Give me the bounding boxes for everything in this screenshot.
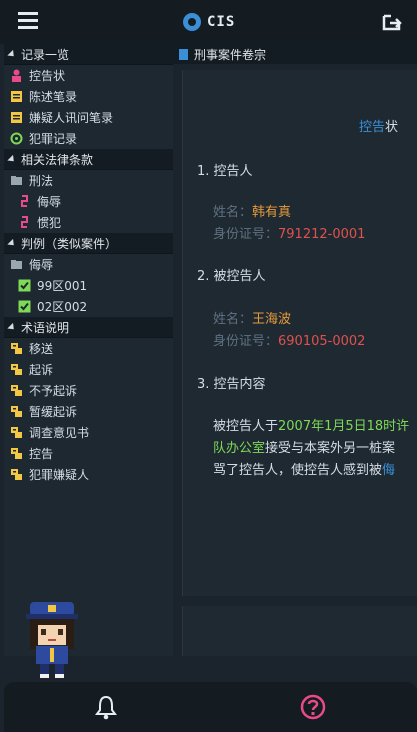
sidebar-item-label: 暂缓起诉 xyxy=(29,405,78,419)
sidebar-item[interactable]: 调查意见书 xyxy=(4,422,173,443)
document-yellow-icon xyxy=(10,111,23,124)
sidebar-item[interactable]: 惯犯 xyxy=(4,212,173,233)
body-line-3: 骂了控告人，使控告人感到被侮 xyxy=(213,463,396,478)
sidebar-item-label: 不予起诉 xyxy=(29,384,78,398)
term-yellow-icon xyxy=(10,342,23,355)
tab-case-file[interactable]: 刑事案件卷宗 xyxy=(173,44,417,64)
top-bar: CIS xyxy=(0,0,417,44)
sidebar-item[interactable]: 99区001 xyxy=(4,275,173,296)
sidebar-item[interactable]: 02区002 xyxy=(4,296,173,317)
term-yellow-icon xyxy=(10,468,23,481)
sidebar-item-label: 刑法 xyxy=(29,174,54,188)
defendant-id-row: 身份证号：690105-0002 xyxy=(213,334,366,349)
sidebar-section-title: 记录一览 xyxy=(21,47,70,62)
sidebar-item[interactable]: 控告 xyxy=(4,443,173,464)
doc-title: 控告状 xyxy=(359,120,399,135)
menu-icon[interactable] xyxy=(18,12,38,29)
sidebar-item-label: 起诉 xyxy=(29,363,54,377)
body-line-2: 队办公室接受与本案外另一桩案 xyxy=(213,441,396,456)
sidebar-item-label: 控告状 xyxy=(29,69,66,83)
body-line-1: 被控告人于2007年1月5日18时许 xyxy=(213,419,410,434)
sidebar-item-label: 侮辱 xyxy=(29,258,54,272)
sidebar-item-label: 犯罪嫌疑人 xyxy=(29,468,90,482)
sidebar-item-label: 控告 xyxy=(29,447,54,461)
sidebar-section-title: 术语说明 xyxy=(21,320,70,335)
collapse-triangle-icon xyxy=(7,322,17,332)
sidebar-section-header[interactable]: 相关法律条款 xyxy=(4,149,173,170)
section-complainant: 1. 控告人 xyxy=(197,164,253,179)
person-pink-icon xyxy=(10,69,23,82)
sidebar-item-label: 调查意见书 xyxy=(29,426,90,440)
sidebar-item-label: 惯犯 xyxy=(37,216,62,230)
document-yellow-icon xyxy=(10,90,23,103)
pink-clip-icon xyxy=(18,216,31,229)
sidebar-item-label: 99区001 xyxy=(37,279,88,293)
sidebar-item-label: 嫌疑人讯问笔录 xyxy=(29,111,114,125)
sidebar-item[interactable]: 移送 xyxy=(4,338,173,359)
sidebar-item[interactable]: 刑法 xyxy=(4,170,173,191)
sidebar-item[interactable]: 不予起诉 xyxy=(4,380,173,401)
logo-icon xyxy=(183,13,201,31)
term-yellow-icon xyxy=(10,384,23,397)
document-panel-lower xyxy=(182,606,417,656)
collapse-triangle-icon xyxy=(7,49,17,59)
logo-text: CIS xyxy=(207,14,236,30)
sidebar-item-label: 02区002 xyxy=(37,300,88,314)
term-yellow-icon xyxy=(10,363,23,376)
sidebar: 记录一览 控告状 陈述笔录 嫌疑人讯问笔录 犯罪记录 相关法律条款 刑法 侮辱 惯犯 判例（类似案… xyxy=(4,44,173,656)
sidebar-item[interactable]: 陈述笔录 xyxy=(4,86,173,107)
tab-title: 刑事案件卷宗 xyxy=(194,47,267,62)
complainant-name-row: 姓名：韩有真 xyxy=(213,205,292,220)
defendant-name-row: 姓名：王海波 xyxy=(213,312,292,327)
sidebar-item[interactable]: 侮辱 xyxy=(4,191,173,212)
sidebar-section-title: 相关法律条款 xyxy=(21,152,94,167)
sidebar-section-header[interactable]: 判例（类似案件） xyxy=(4,233,173,254)
term-yellow-icon xyxy=(10,426,23,439)
sidebar-section-header[interactable]: 记录一览 xyxy=(4,44,173,65)
police-officer-avatar xyxy=(26,602,78,678)
document-panel: 控告状 1. 控告人 姓名：韩有真 身份证号：791212-0001 2. 被控… xyxy=(182,70,417,596)
collapse-triangle-icon xyxy=(7,154,17,164)
bottom-bar xyxy=(4,682,417,732)
term-yellow-icon xyxy=(10,405,23,418)
green-check-icon xyxy=(18,279,31,292)
app-logo: CIS xyxy=(183,12,235,32)
sidebar-item-label: 陈述笔录 xyxy=(29,90,78,104)
green-swirl-icon xyxy=(10,132,23,145)
green-check-icon xyxy=(18,300,31,313)
folder-icon xyxy=(10,174,23,187)
sidebar-item[interactable]: 犯罪记录 xyxy=(4,128,173,149)
collapse-triangle-icon xyxy=(7,238,17,248)
pink-clip-icon xyxy=(18,195,31,208)
help-icon[interactable] xyxy=(300,694,326,720)
sidebar-item[interactable]: 暂缓起诉 xyxy=(4,401,173,422)
sidebar-section-header[interactable]: 术语说明 xyxy=(4,317,173,338)
sidebar-item-label: 移送 xyxy=(29,342,54,356)
sidebar-item[interactable]: 侮辱 xyxy=(4,254,173,275)
document-icon xyxy=(179,48,188,60)
folder-icon xyxy=(10,258,23,271)
sidebar-item[interactable]: 嫌疑人讯问笔录 xyxy=(4,107,173,128)
sidebar-item-label: 犯罪记录 xyxy=(29,132,78,146)
section-content: 3. 控告内容 xyxy=(197,377,266,392)
section-defendant: 2. 被控告人 xyxy=(197,269,266,284)
sidebar-item[interactable]: 犯罪嫌疑人 xyxy=(4,464,173,485)
sidebar-item[interactable]: 控告状 xyxy=(4,65,173,86)
sidebar-item-label: 侮辱 xyxy=(37,195,62,209)
export-icon[interactable] xyxy=(381,12,403,32)
complainant-id-row: 身份证号：791212-0001 xyxy=(213,227,366,242)
term-yellow-icon xyxy=(10,447,23,460)
sidebar-section-title: 判例（类似案件） xyxy=(21,236,118,251)
bell-icon[interactable] xyxy=(95,694,117,720)
sidebar-item[interactable]: 起诉 xyxy=(4,359,173,380)
